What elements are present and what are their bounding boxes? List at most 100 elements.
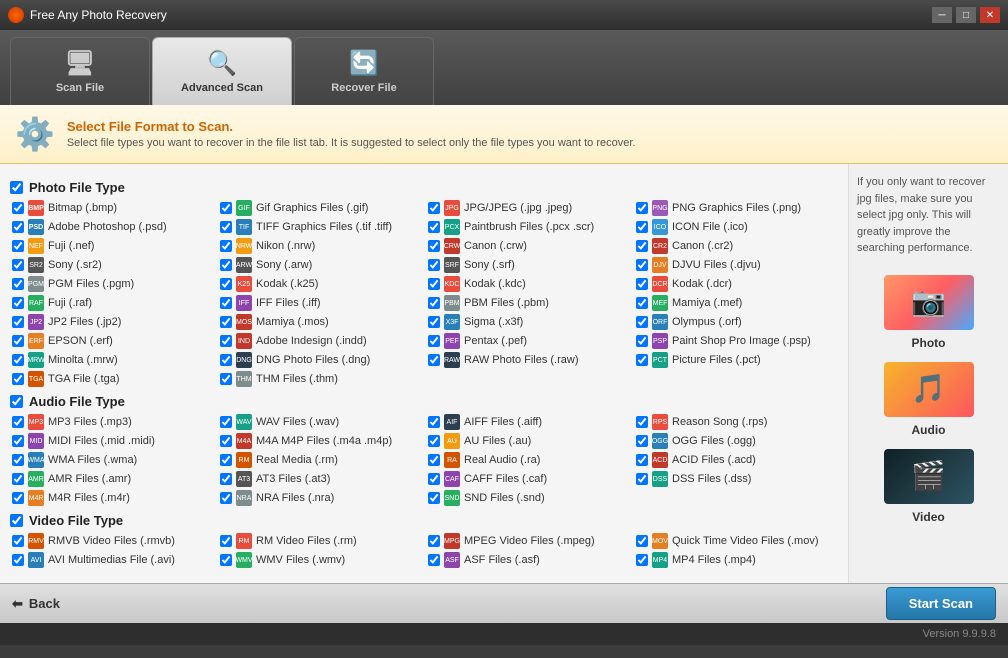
list-item: WAVWAV Files (.wav) <box>218 413 422 431</box>
pbm-icon: PBM <box>444 295 460 311</box>
psp-icon: PSP <box>652 333 668 349</box>
list-item: OGGOGG Files (.ogg) <box>634 432 838 450</box>
wmv-icon: WMV <box>236 552 252 568</box>
rmv-icon: RM <box>236 533 252 549</box>
raf-icon: RAF <box>28 295 44 311</box>
list-item: RAReal Audio (.ra) <box>426 451 630 469</box>
list-item: AIFAIFF Files (.aiff) <box>426 413 630 431</box>
list-item: RAFFuji (.raf) <box>10 294 214 312</box>
list-item: ARWSony (.arw) <box>218 256 422 274</box>
djvu-icon: DJV <box>652 257 668 273</box>
pcx-icon: PCX <box>444 219 460 235</box>
tab-recover-file-label: Recover File <box>331 82 396 94</box>
restore-button[interactable]: □ <box>956 7 976 23</box>
jpg-icon: JPG <box>444 200 460 216</box>
list-item: RMReal Media (.rm) <box>218 451 422 469</box>
list-item: GIFGif Graphics Files (.gif) <box>218 199 422 217</box>
tab-advanced-scan[interactable]: 🔍 Advanced Scan <box>152 37 292 105</box>
list-item: PGMPGM Files (.pgm) <box>10 275 214 293</box>
title-bar: Free Any Photo Recovery ─ □ ✕ <box>0 0 1008 30</box>
asf-icon: ASF <box>444 552 460 568</box>
photo-section-header: Photo File Type <box>10 180 838 195</box>
pef-icon: PEF <box>444 333 460 349</box>
list-item: RMRM Video Files (.rm) <box>218 532 422 550</box>
list-item: MIDMIDI Files (.mid .midi) <box>10 432 214 450</box>
acd-icon: ACD <box>652 452 668 468</box>
list-item: AMRAMR Files (.amr) <box>10 470 214 488</box>
list-item: KDCKodak (.kdc) <box>426 275 630 293</box>
list-item: THMTHM Files (.thm) <box>218 370 422 388</box>
orf-icon: ORF <box>652 314 668 330</box>
list-item: NEFFuji (.nef) <box>10 237 214 255</box>
mef-icon: MEF <box>652 295 668 311</box>
mos-icon: MOS <box>236 314 252 330</box>
list-item: DJVDJVU Files (.djvu) <box>634 256 838 274</box>
tab-scan-file[interactable]: 🖥 Scan File <box>10 37 150 105</box>
list-item: PSPPaint Shop Pro Image (.psp) <box>634 332 838 350</box>
list-item: SNDSND Files (.snd) <box>426 489 630 507</box>
list-item: WMVWMV Files (.wmv) <box>218 551 422 569</box>
minimize-button[interactable]: ─ <box>932 7 952 23</box>
back-button[interactable]: ⬅ Back <box>12 596 60 612</box>
m4a-icon: M4A <box>236 433 252 449</box>
start-scan-button[interactable]: Start Scan <box>886 587 996 620</box>
ogg-icon: OGG <box>652 433 668 449</box>
nrw-icon: NRW <box>236 238 252 254</box>
version-bar: Version 9.9.9.8 <box>0 623 1008 645</box>
list-item: DNGDNG Photo Files (.dng) <box>218 351 422 369</box>
list-item: ASFASF Files (.asf) <box>426 551 630 569</box>
list-item: CRWCanon (.crw) <box>426 237 630 255</box>
list-item: ERFEPSON (.erf) <box>10 332 214 350</box>
dng-icon: DNG <box>236 352 252 368</box>
list-item: RMVRMVB Video Files (.rmvb) <box>10 532 214 550</box>
recover-file-icon: 🔄 <box>349 49 379 78</box>
tab-recover-file[interactable]: 🔄 Recover File <box>294 37 434 105</box>
audio-category-label: Audio <box>912 421 946 439</box>
ico-icon: ICO <box>652 219 668 235</box>
back-arrow-icon: ⬅ <box>12 596 23 612</box>
psd-icon: PSD <box>28 219 44 235</box>
mrw-icon: MRW <box>28 352 44 368</box>
close-button[interactable]: ✕ <box>980 7 1000 23</box>
list-item: MOSMamiya (.mos) <box>218 313 422 331</box>
tabs-bar: 🖥 Scan File 🔍 Advanced Scan 🔄 Recover Fi… <box>0 30 1008 105</box>
video-thumbnail: 🎬 <box>884 449 974 504</box>
video-section-header: Video File Type <box>10 513 838 528</box>
list-item: ICOICON File (.ico) <box>634 218 838 236</box>
bottom-bar: ⬅ Back Start Scan <box>0 583 1008 623</box>
mp4-icon: MP4 <box>652 552 668 568</box>
list-item: CAFCAFF Files (.caf) <box>426 470 630 488</box>
sidebar-category-audio[interactable]: 🎵 Audio <box>857 362 1000 439</box>
list-item: M4AM4A M4P Files (.m4a .m4p) <box>218 432 422 450</box>
nef-icon: NEF <box>28 238 44 254</box>
rmvb-icon: RMV <box>28 533 44 549</box>
snd-icon: SND <box>444 490 460 506</box>
k25-icon: K25 <box>236 276 252 292</box>
sidebar-category-video[interactable]: 🎬 Video <box>857 449 1000 526</box>
photo-section-checkbox[interactable] <box>10 181 23 194</box>
list-item: ACDACID Files (.acd) <box>634 451 838 469</box>
list-item: MP4MP4 Files (.mp4) <box>634 551 838 569</box>
advanced-scan-icon: 🔍 <box>207 49 237 78</box>
video-section-checkbox[interactable] <box>10 514 23 527</box>
audio-section-checkbox[interactable] <box>10 395 23 408</box>
crw-icon: CRW <box>444 238 460 254</box>
list-item: BMPBitmap (.bmp) <box>10 199 214 217</box>
list-item: MP3MP3 Files (.mp3) <box>10 413 214 431</box>
list-item: K25Kodak (.k25) <box>218 275 422 293</box>
m4r-icon: M4R <box>28 490 44 506</box>
midi-icon: MID <box>28 433 44 449</box>
sr2-icon: SR2 <box>28 257 44 273</box>
list-item: SR2Sony (.sr2) <box>10 256 214 274</box>
banner-icon: ⚙️ <box>15 115 55 153</box>
amr-icon: AMR <box>28 471 44 487</box>
list-item: PCTPicture Files (.pct) <box>634 351 838 369</box>
sidebar-category-photo[interactable]: 📷 Photo <box>857 275 1000 352</box>
tga-icon: TGA <box>28 371 44 387</box>
list-item: NRWNikon (.nrw) <box>218 237 422 255</box>
mpeg-icon: MPG <box>444 533 460 549</box>
mov-icon: MOV <box>652 533 668 549</box>
list-item: IFFIFF Files (.iff) <box>218 294 422 312</box>
audio-section-header: Audio File Type <box>10 394 838 409</box>
file-list-area: Photo File Type BMPBitmap (.bmp) GIFGif … <box>0 164 848 583</box>
